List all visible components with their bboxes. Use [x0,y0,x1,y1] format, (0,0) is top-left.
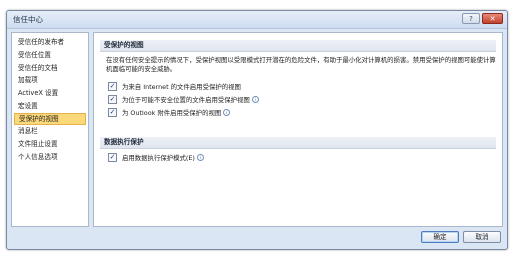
sidebar-item-protected-view[interactable]: 受保护的视图 [14,112,86,125]
unsafe-locations-checkbox[interactable]: ✓ [108,94,117,104]
data-execution-heading: 数据执行保护 [100,137,496,149]
dialog-body: 受信任的发布者 受信任位置 受信任的文档 加载项 ActiveX 设置 宏设置 … [11,32,503,227]
window-title: 信任中心 [13,15,43,24]
dep-checkbox[interactable]: ✓ [108,152,117,162]
option-unsafe-locations[interactable]: ✓ 为位于可能不安全位置的文件启用受保护视图 i [108,94,259,105]
cancel-button[interactable]: 取消 [463,231,501,243]
title-bar: 信任中心 ? ✕ [7,11,507,29]
sidebar-item-add-ins[interactable]: 加载项 [14,74,86,86]
sidebar: 受信任的发布者 受信任位置 受信任的文档 加载项 ActiveX 设置 宏设置 … [11,32,89,227]
dep-label: 启用数据执行保护模式(E) [122,154,195,162]
outlook-attachments-label: 为 Outlook 附件启用受保护的视图 [122,109,222,117]
option-outlook-attachments[interactable]: ✓ 为 Outlook 附件启用受保护的视图 i [108,107,231,118]
outlook-attachments-checkbox[interactable]: ✓ [108,107,117,117]
sidebar-item-privacy-options[interactable]: 个人信息选项 [14,151,86,163]
info-icon[interactable]: i [223,109,231,116]
info-icon[interactable]: i [251,96,259,103]
protected-view-heading: 受保护的视图 [100,40,496,52]
close-button[interactable]: ✕ [482,13,503,24]
sidebar-item-file-block-settings[interactable]: 文件阻止设置 [14,138,86,150]
sidebar-item-activex-settings[interactable]: ActiveX 设置 [14,87,86,99]
option-internet-files[interactable]: ✓ 为来自 Internet 的文件启用受保护的视图 [108,81,241,92]
protected-view-description: 在没有任何安全提示的情况下，受保护视图以受限模式打开潜在的危险文件，有助于最小化… [106,56,496,73]
internet-files-label: 为来自 Internet 的文件启用受保护的视图 [122,83,241,91]
sidebar-item-trusted-publishers[interactable]: 受信任的发布者 [14,36,86,48]
sidebar-item-macro-settings[interactable]: 宏设置 [14,100,86,112]
sidebar-item-message-bar[interactable]: 消息栏 [14,125,86,137]
help-button[interactable]: ? [462,13,480,24]
option-data-execution-prevention[interactable]: ✓ 启用数据执行保护模式(E) i [108,152,204,163]
sidebar-item-trusted-documents[interactable]: 受信任的文档 [14,62,86,74]
sidebar-item-trusted-locations[interactable]: 受信任位置 [14,49,86,61]
ok-button[interactable]: 确定 [421,231,459,243]
unsafe-locations-label: 为位于可能不安全位置的文件启用受保护视图 [122,96,250,104]
internet-files-checkbox[interactable]: ✓ [108,81,117,91]
main-panel: 受保护的视图 在没有任何安全提示的情况下，受保护视图以受限模式打开潜在的危险文件… [93,32,503,227]
info-icon[interactable]: i [196,154,204,161]
trust-center-dialog: 信任中心 ? ✕ 受信任的发布者 受信任位置 受信任的文档 加载项 Active… [6,10,508,250]
